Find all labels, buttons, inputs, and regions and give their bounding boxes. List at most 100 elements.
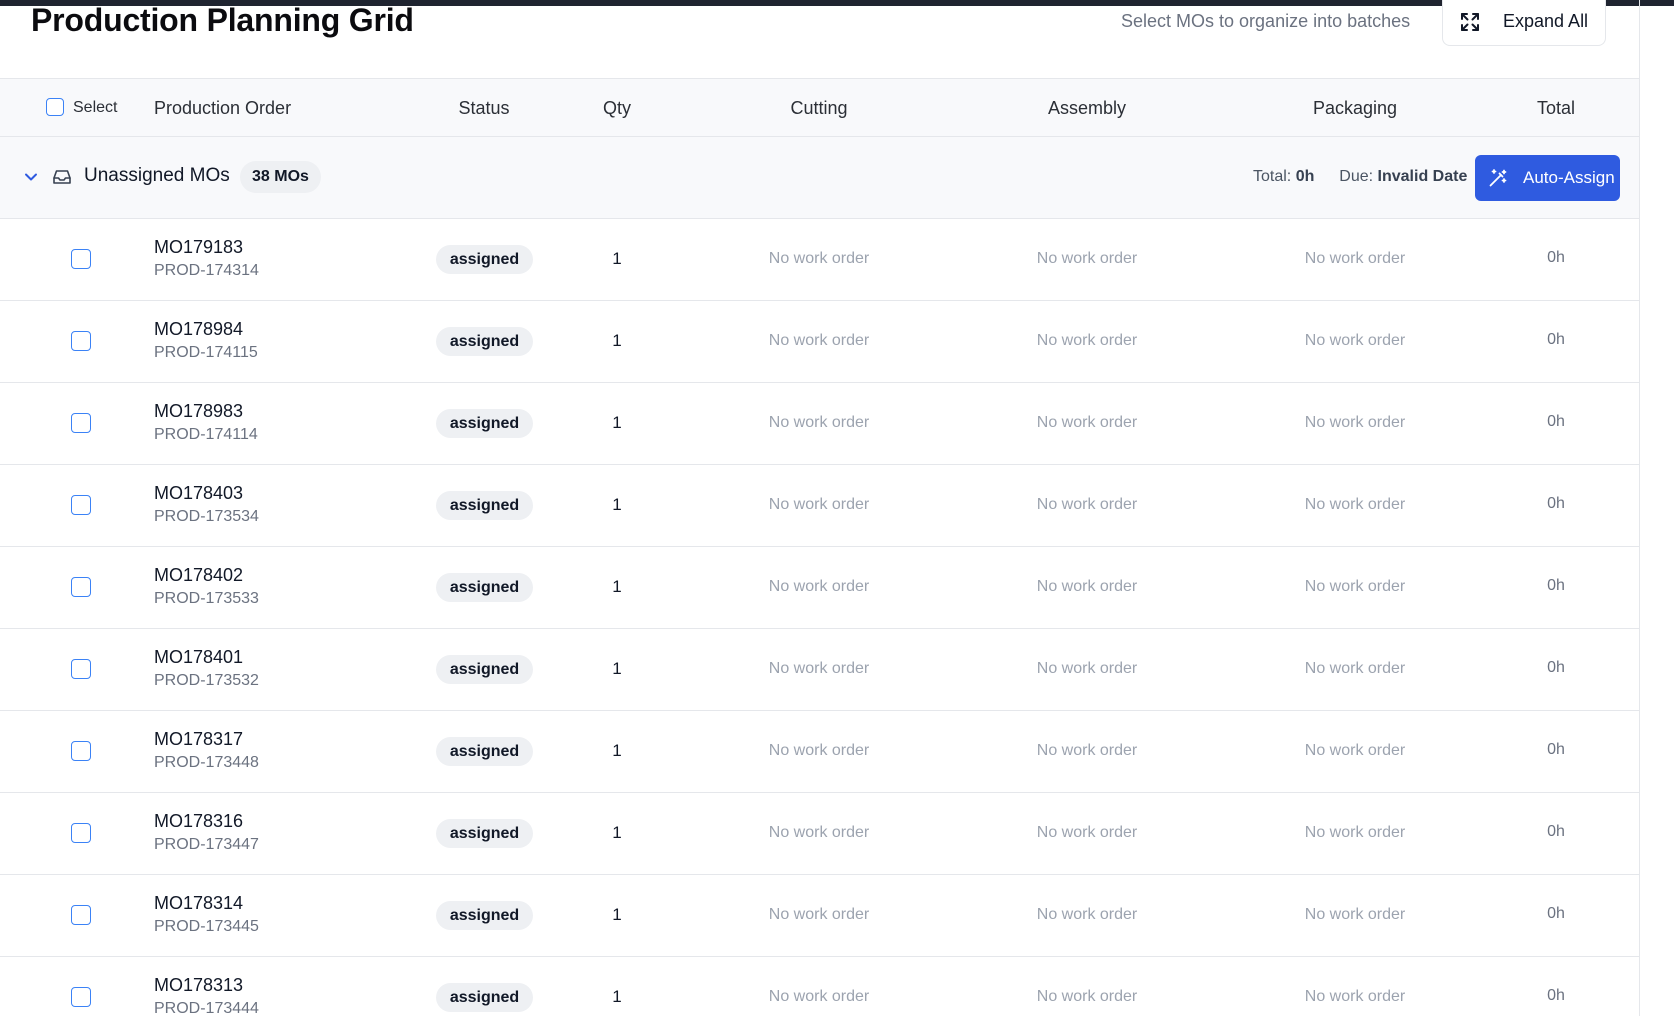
due-value: Invalid Date <box>1377 168 1468 185</box>
table-row[interactable]: MO178313 PROD-173444 assigned 1 No work orde… <box>0 957 1639 1016</box>
product-code: PROD-173447 <box>154 836 259 853</box>
column-header-qty[interactable]: Qty <box>603 79 631 138</box>
mo-number[interactable]: MO178983 <box>154 401 243 422</box>
status-badge: assigned <box>436 245 533 274</box>
inbox-icon <box>53 170 71 184</box>
planning-grid-panel: Production Planning Grid Select MOs to o… <box>0 0 1640 1016</box>
column-header-cutting[interactable]: Cutting <box>790 79 847 138</box>
table-row[interactable]: MO178984 PROD-174115 assigned 1 No work orde… <box>0 301 1639 383</box>
table-row[interactable]: MO178403 PROD-173534 assigned 1 No work orde… <box>0 465 1639 547</box>
status-badge: assigned <box>436 409 533 438</box>
mo-number[interactable]: MO178402 <box>154 565 243 586</box>
group-header-unassigned: Unassigned MOs 38 MOs Total: 0h Due: Inv… <box>0 137 1639 219</box>
product-code: PROD-174314 <box>154 262 259 279</box>
assembly-cell: No work order <box>1036 414 1138 431</box>
column-header-packaging[interactable]: Packaging <box>1313 79 1397 138</box>
total-value: 0h <box>1295 168 1315 185</box>
status-badge: assigned <box>436 573 533 602</box>
table-row[interactable]: MO178401 PROD-173532 assigned 1 No work orde… <box>0 629 1639 711</box>
mo-number[interactable]: MO178984 <box>154 319 243 340</box>
total-hours: 0h <box>1547 331 1565 348</box>
table-row[interactable]: MO178316 PROD-173447 assigned 1 No work orde… <box>0 793 1639 875</box>
status-badge: assigned <box>436 983 533 1012</box>
mo-number[interactable]: MO178314 <box>154 893 243 914</box>
packaging-cell: No work order <box>1304 906 1406 923</box>
status-badge: assigned <box>436 327 533 356</box>
qty-value: 1 <box>612 659 622 678</box>
mo-number[interactable]: MO178313 <box>154 975 243 996</box>
page-title: Production Planning Grid <box>31 2 414 38</box>
magic-wand-icon <box>1489 169 1507 187</box>
cutting-cell: No work order <box>768 660 870 677</box>
mo-number[interactable]: MO179183 <box>154 237 243 258</box>
chevron-down-icon[interactable] <box>22 168 40 186</box>
row-checkbox[interactable] <box>71 823 91 843</box>
packaging-cell: No work order <box>1304 578 1406 595</box>
column-header-production-order[interactable]: Production Order <box>154 79 291 138</box>
mo-number[interactable]: MO178316 <box>154 811 243 832</box>
select-all-label: Select <box>73 99 118 116</box>
assembly-cell: No work order <box>1036 578 1138 595</box>
row-checkbox[interactable] <box>71 741 91 761</box>
product-code: PROD-173533 <box>154 590 259 607</box>
row-checkbox[interactable] <box>71 987 91 1007</box>
status-badge: assigned <box>436 737 533 766</box>
product-code: PROD-173445 <box>154 918 259 935</box>
product-code: PROD-174115 <box>154 344 258 361</box>
total-hours: 0h <box>1547 249 1565 266</box>
mo-number[interactable]: MO178317 <box>154 729 243 750</box>
row-checkbox[interactable] <box>71 495 91 515</box>
expand-all-label: Expand All <box>1503 11 1589 31</box>
total-hours: 0h <box>1547 659 1565 676</box>
column-header-status[interactable]: Status <box>458 79 509 138</box>
cutting-cell: No work order <box>768 824 870 841</box>
table-row[interactable]: MO178402 PROD-173533 assigned 1 No work orde… <box>0 547 1639 629</box>
cutting-cell: No work order <box>768 988 870 1005</box>
packaging-cell: No work order <box>1304 742 1406 759</box>
qty-value: 1 <box>612 905 622 924</box>
qty-value: 1 <box>612 249 622 268</box>
assembly-cell: No work order <box>1036 332 1138 349</box>
row-checkbox[interactable] <box>71 249 91 269</box>
total-hours: 0h <box>1547 823 1565 840</box>
table-row[interactable]: MO178983 PROD-174114 assigned 1 No work orde… <box>0 383 1639 465</box>
auto-assign-button[interactable]: Auto-Assign <box>1475 155 1620 201</box>
table-row[interactable]: MO178317 PROD-173448 assigned 1 No work orde… <box>0 711 1639 793</box>
packaging-cell: No work order <box>1304 988 1406 1005</box>
qty-value: 1 <box>612 577 622 596</box>
total-hours: 0h <box>1547 905 1565 922</box>
assembly-cell: No work order <box>1036 824 1138 841</box>
table-header: Select Production Order Status Qty Cutti… <box>0 78 1639 137</box>
group-summary: Total: 0h Due: Invalid Date <box>1253 168 1467 186</box>
total-label: Total: <box>1253 168 1292 185</box>
product-code: PROD-173532 <box>154 672 259 689</box>
cutting-cell: No work order <box>768 250 870 267</box>
qty-value: 1 <box>612 413 622 432</box>
table-row[interactable]: MO178314 PROD-173445 assigned 1 No work orde… <box>0 875 1639 957</box>
status-badge: assigned <box>436 819 533 848</box>
mo-number[interactable]: MO178401 <box>154 647 243 668</box>
status-badge: assigned <box>436 901 533 930</box>
table-row[interactable]: MO179183 PROD-174314 assigned 1 No work orde… <box>0 219 1639 301</box>
expand-icon <box>1461 13 1479 31</box>
column-header-total[interactable]: Total <box>1537 79 1575 138</box>
row-checkbox[interactable] <box>71 659 91 679</box>
expand-all-button[interactable]: Expand All <box>1442 0 1606 46</box>
row-checkbox[interactable] <box>71 413 91 433</box>
packaging-cell: No work order <box>1304 332 1406 349</box>
total-hours: 0h <box>1547 495 1565 512</box>
mo-number[interactable]: MO178403 <box>154 483 243 504</box>
row-checkbox[interactable] <box>71 905 91 925</box>
product-code: PROD-174114 <box>154 426 258 443</box>
cutting-cell: No work order <box>768 332 870 349</box>
qty-value: 1 <box>612 495 622 514</box>
row-checkbox[interactable] <box>71 577 91 597</box>
column-header-assembly[interactable]: Assembly <box>1048 79 1126 138</box>
row-checkbox[interactable] <box>71 331 91 351</box>
packaging-cell: No work order <box>1304 660 1406 677</box>
qty-value: 1 <box>612 823 622 842</box>
select-all-checkbox[interactable] <box>46 98 64 116</box>
selection-hint: Select MOs to organize into batches <box>1121 11 1411 31</box>
qty-value: 1 <box>612 987 622 1006</box>
cutting-cell: No work order <box>768 742 870 759</box>
